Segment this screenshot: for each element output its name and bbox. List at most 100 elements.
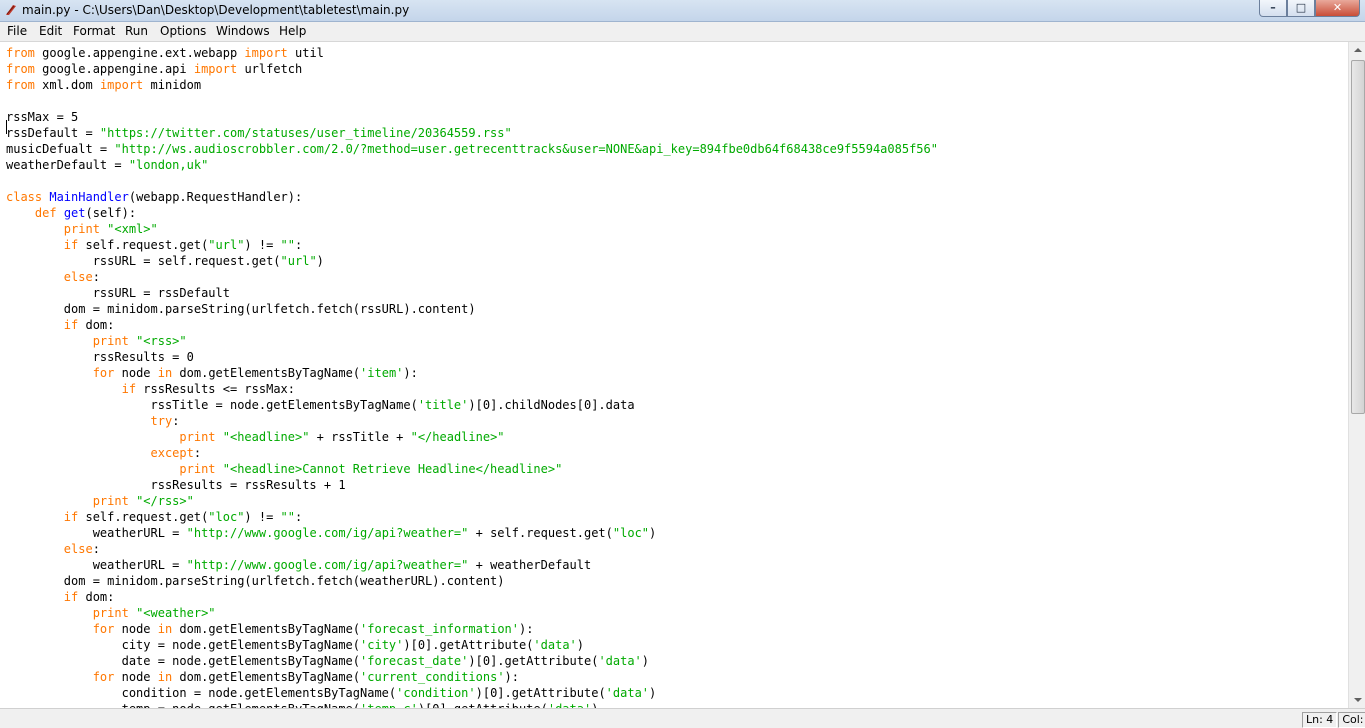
code-string: "<rss>" [136,334,187,348]
menu-windows[interactable]: Windows [216,24,270,38]
code-line[interactable]: except: [6,445,938,461]
code-token: xml.dom [34,78,100,92]
code-line[interactable]: from xml.dom import minidom [6,77,938,93]
code-string: "london,uk" [128,158,209,172]
code-string: 'forecast_date' [360,654,469,668]
code-string: "<headline>Cannot Retrieve Headline</hea… [222,462,563,476]
code-line[interactable]: if dom: [6,589,938,605]
scrollbar-thumb[interactable] [1351,60,1365,414]
minimize-button[interactable]: – [1259,0,1287,17]
code-line[interactable]: from google.appengine.ext.webapp import … [6,45,938,61]
scroll-down-button[interactable] [1349,691,1365,708]
code-token: util [287,46,324,60]
code-keyword: if [63,238,79,252]
code-token: )[0].getAttribute( [475,686,606,700]
code-line[interactable]: else: [6,541,938,557]
code-line[interactable]: print "<headline>Cannot Retrieve Headlin… [6,461,938,477]
code-line[interactable]: weatherDefault = "london,uk" [6,157,938,173]
code-line[interactable]: dom = minidom.parseString(urlfetch.fetch… [6,301,938,317]
code-line[interactable]: rssTitle = node.getElementsByTagName('ti… [6,397,938,413]
code-line[interactable]: try: [6,413,938,429]
code-token: rssURL = self.request.get( [6,254,281,268]
menu-format[interactable]: Format [73,24,115,38]
code-keyword: for [92,366,115,380]
status-line-number: Ln: 4 [1302,712,1338,728]
code-string: 'data' [605,686,650,700]
code-line[interactable]: def get(self): [6,205,938,221]
code-line[interactable]: rssResults = rssResults + 1 [6,477,938,493]
code-token: weatherURL = [6,526,187,540]
menu-options[interactable]: Options [160,24,206,38]
code-line[interactable]: else: [6,269,938,285]
menu-file[interactable]: File [7,24,27,38]
code-token: + rssTitle + [309,430,411,444]
code-token: rssMax = 5 [6,110,79,124]
code-line[interactable]: ​ [6,93,938,109]
code-line[interactable]: for node in dom.getElementsByTagName('cu… [6,669,938,685]
code-line[interactable]: for node in dom.getElementsByTagName('fo… [6,621,938,637]
menu-edit[interactable]: Edit [39,24,62,38]
code-line[interactable]: if self.request.get("loc") != "": [6,509,938,525]
code-token: : [92,542,100,556]
code-string: 'city' [360,638,404,652]
idle-feather-icon [6,5,16,15]
code-line[interactable]: rssURL = rssDefault [6,285,938,301]
code-line[interactable]: weatherURL = "http://www.google.com/ig/a… [6,557,938,573]
code-line[interactable]: print "</rss>" [6,493,938,509]
scroll-up-button[interactable] [1349,42,1365,59]
code-line[interactable]: weatherURL = "http://www.google.com/ig/a… [6,525,938,541]
code-keyword: except [150,446,194,460]
close-button[interactable]: ✕ [1315,0,1360,17]
code-line[interactable]: condition = node.getElementsByTagName('c… [6,685,938,701]
code-token: weatherURL = [6,558,187,572]
code-line[interactable]: musicDefualt = "http://ws.audioscrobbler… [6,141,938,157]
code-line[interactable]: temp = node.getElementsByTagName('temp_c… [6,701,938,708]
code-line[interactable]: from google.appengine.api import urlfetc… [6,61,938,77]
code-token: dom = minidom.parseString(urlfetch.fetch… [6,302,476,316]
code-line[interactable]: rssResults = 0 [6,349,938,365]
window-title-bar[interactable]: main.py - C:\Users\Dan\Desktop\Developme… [0,0,1365,22]
menu-help[interactable]: Help [279,24,306,38]
code-line[interactable]: if self.request.get("url") != "": [6,237,938,253]
code-line[interactable]: print "<xml>" [6,221,938,237]
code-line[interactable]: class MainHandler(webapp.RequestHandler)… [6,189,938,205]
code-line[interactable]: rssDefault = "https://twitter.com/status… [6,125,938,141]
code-keyword: for [92,622,115,636]
code-line[interactable]: rssMax = 5 [6,109,938,125]
code-line[interactable]: print "<weather>" [6,605,938,621]
code-text[interactable]: from google.appengine.ext.webapp import … [6,45,938,708]
code-line[interactable]: ​ [6,173,938,189]
code-definition: MainHandler [49,190,129,204]
code-line[interactable]: for node in dom.getElementsByTagName('it… [6,365,938,381]
vertical-scrollbar[interactable] [1348,42,1365,708]
code-line[interactable]: print "<headline>" + rssTitle + "</headl… [6,429,938,445]
code-line[interactable]: print "<rss>" [6,333,938,349]
code-line[interactable]: city = node.getElementsByTagName('city')… [6,637,938,653]
code-line[interactable]: dom = minidom.parseString(urlfetch.fetch… [6,573,938,589]
code-keyword: print [92,606,129,620]
code-string: "http://ws.audioscrobbler.com/2.0/?metho… [114,142,938,156]
maximize-button[interactable]: □ [1287,0,1315,17]
code-line[interactable]: rssURL = self.request.get("url") [6,253,938,269]
code-token: : [193,446,202,460]
code-token: ) [576,638,585,652]
code-token: ): [519,622,534,636]
code-line[interactable]: if dom: [6,317,938,333]
code-editor[interactable]: from google.appengine.ext.webapp import … [0,42,1348,708]
code-string: "<xml>" [107,222,158,236]
code-line[interactable]: date = node.getElementsByTagName('foreca… [6,653,938,669]
window-controls: – □ ✕ [1259,0,1360,18]
code-keyword: if [121,382,137,396]
code-string: "https://twitter.com/statuses/user_timel… [99,126,512,140]
code-line[interactable]: if rssResults <= rssMax: [6,381,938,397]
menu-run[interactable]: Run [125,24,148,38]
code-keyword: def [34,206,57,220]
